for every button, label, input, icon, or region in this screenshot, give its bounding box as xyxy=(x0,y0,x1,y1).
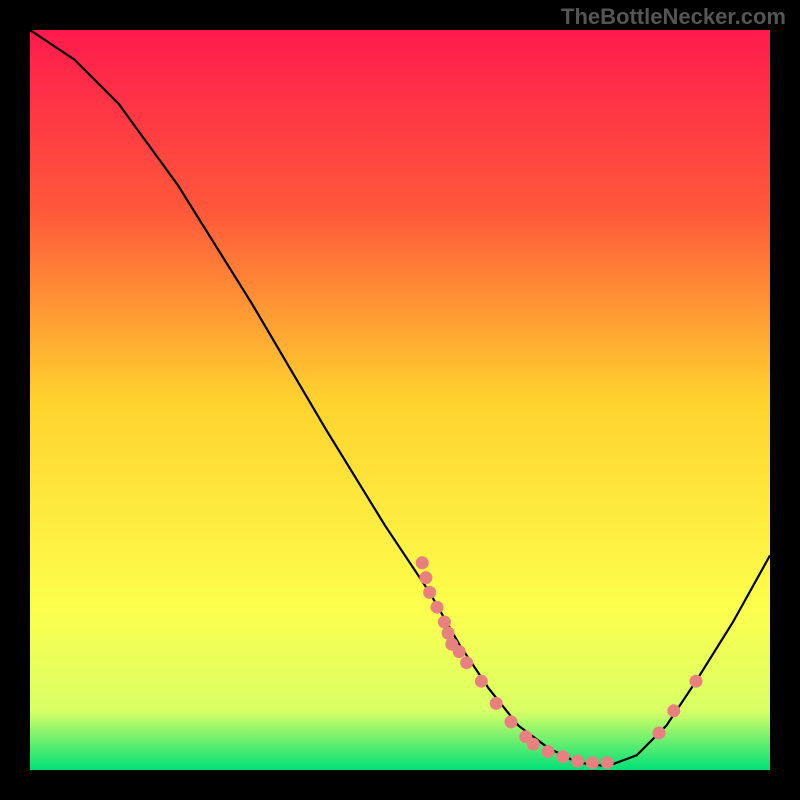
data-point xyxy=(431,601,444,614)
data-point xyxy=(438,616,451,629)
gradient-background xyxy=(30,30,770,770)
data-point xyxy=(453,645,466,658)
data-point xyxy=(416,556,429,569)
data-point xyxy=(475,675,488,688)
data-point xyxy=(571,755,584,768)
data-point xyxy=(505,715,518,728)
data-point xyxy=(490,697,503,710)
watermark-label: TheBottleNecker.com xyxy=(561,4,786,30)
data-point xyxy=(419,571,432,584)
data-point xyxy=(542,745,555,758)
data-point xyxy=(690,675,703,688)
data-point xyxy=(527,738,540,751)
data-point xyxy=(667,704,680,717)
data-point xyxy=(556,750,569,763)
data-point xyxy=(653,727,666,740)
data-point xyxy=(423,586,436,599)
data-point xyxy=(460,656,473,669)
data-point xyxy=(601,756,614,769)
data-point xyxy=(586,756,599,769)
chart-svg xyxy=(30,30,770,770)
plot-area xyxy=(30,30,770,770)
data-point xyxy=(442,627,455,640)
